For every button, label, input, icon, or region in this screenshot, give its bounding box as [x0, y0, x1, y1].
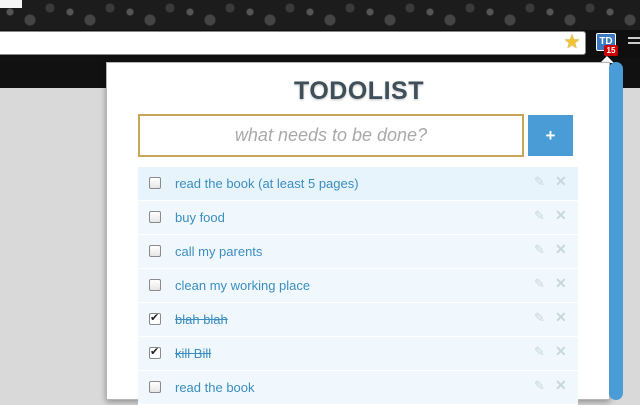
todo-label[interactable]: read the book	[175, 380, 255, 395]
pencil-icon[interactable]: ✎	[534, 175, 546, 189]
todo-label[interactable]: call my parents	[175, 244, 262, 259]
todo-label[interactable]: kill Bill	[175, 346, 211, 361]
tab-edge	[0, 0, 22, 8]
close-icon[interactable]: ✕	[555, 378, 567, 393]
close-icon[interactable]: ✕	[555, 242, 567, 257]
todo-checkbox[interactable]	[149, 177, 161, 189]
close-icon[interactable]: ✕	[555, 276, 567, 291]
add-todo-button[interactable]: +	[528, 115, 573, 156]
extension-badge: 15	[604, 45, 618, 56]
close-icon[interactable]: ✕	[555, 174, 567, 189]
todo-label[interactable]: clean my working place	[175, 278, 310, 293]
address-bar[interactable]	[0, 31, 586, 55]
todo-item: blah blah ✎ ✕	[138, 303, 578, 337]
new-todo-input[interactable]	[138, 114, 524, 157]
window-banner	[0, 0, 640, 30]
todo-checkbox[interactable]	[149, 245, 161, 257]
todo-item: buy food ✎ ✕	[138, 201, 578, 235]
todo-checkbox[interactable]	[149, 211, 161, 223]
todo-label[interactable]: read the book (at least 5 pages)	[175, 176, 359, 191]
pencil-icon[interactable]: ✎	[534, 209, 546, 223]
todo-item: kill Bill ✎ ✕	[138, 337, 578, 371]
todo-checkbox[interactable]	[149, 311, 161, 325]
pencil-icon[interactable]: ✎	[534, 311, 546, 325]
close-icon[interactable]: ✕	[555, 344, 567, 359]
pencil-icon[interactable]: ✎	[534, 277, 546, 291]
pencil-icon[interactable]: ✎	[534, 379, 546, 393]
todo-list: read the book (at least 5 pages) ✎ ✕ buy…	[138, 167, 578, 405]
todo-checkbox[interactable]	[149, 345, 161, 359]
pencil-icon[interactable]: ✎	[534, 345, 546, 359]
close-icon[interactable]: ✕	[555, 310, 567, 325]
pencil-icon[interactable]: ✎	[534, 243, 546, 257]
todo-item: read the book (at least 5 pages) ✎ ✕	[138, 167, 578, 201]
todo-label[interactable]: blah blah	[175, 312, 228, 327]
todo-item: call my parents ✎ ✕	[138, 235, 578, 269]
popup-title: TODOLIST	[294, 77, 424, 105]
todo-checkbox[interactable]	[149, 381, 161, 393]
star-icon[interactable]: ★	[562, 33, 582, 53]
menu-icon[interactable]	[628, 37, 640, 49]
todo-label[interactable]: buy food	[175, 210, 225, 225]
close-icon[interactable]: ✕	[555, 208, 567, 223]
todo-popup: TODOLIST + read the book (at least 5 pag…	[106, 62, 610, 405]
todo-item: clean my working place ✎ ✕	[138, 269, 578, 303]
todo-checkbox[interactable]	[149, 279, 161, 291]
popup-scrollbar[interactable]	[609, 62, 623, 400]
